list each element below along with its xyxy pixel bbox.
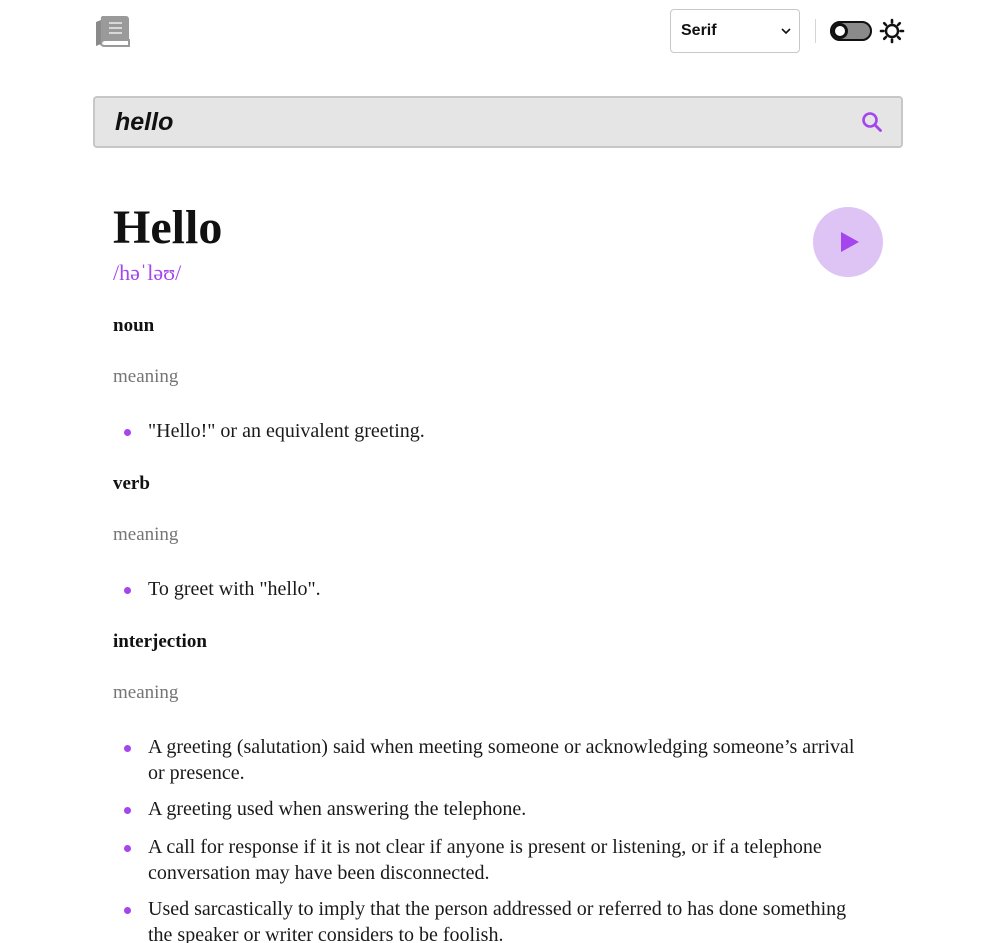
definition-item: A greeting used when answering the telep… bbox=[113, 796, 873, 822]
theme-toggle[interactable] bbox=[830, 21, 872, 41]
book-icon bbox=[96, 16, 130, 48]
meaning-label: meaning bbox=[113, 682, 179, 703]
definition-item: To greet with "hello". bbox=[113, 576, 873, 602]
play-icon bbox=[841, 232, 859, 252]
dictionary-app: Serif Hello /həˈləʊ/ bbox=[0, 0, 991, 943]
chevron-down-icon bbox=[781, 28, 791, 35]
part-of-speech-noun: noun bbox=[113, 315, 155, 336]
search-input[interactable] bbox=[115, 107, 861, 137]
definition-list-noun: "Hello!" or an equivalent greeting. bbox=[113, 418, 873, 444]
search-icon[interactable] bbox=[861, 111, 883, 133]
font-family-select[interactable]: Serif bbox=[670, 9, 800, 53]
sun-icon[interactable] bbox=[879, 18, 905, 44]
definition-item: "Hello!" or an equivalent greeting. bbox=[113, 418, 873, 444]
part-of-speech-verb: verb bbox=[113, 473, 150, 494]
font-select-value: Serif bbox=[681, 22, 717, 39]
part-of-speech-interjection: interjection bbox=[113, 631, 207, 652]
play-pronunciation-button[interactable] bbox=[813, 207, 883, 277]
word-title: Hello bbox=[113, 201, 223, 254]
toggle-knob bbox=[832, 23, 848, 39]
meaning-label: meaning bbox=[113, 366, 179, 387]
definition-list-verb: To greet with "hello". bbox=[113, 576, 873, 602]
definition-item: Used sarcastically to imply that the per… bbox=[113, 896, 873, 943]
definition-item: A greeting (salutation) said when meetin… bbox=[113, 734, 873, 786]
meaning-label: meaning bbox=[113, 524, 179, 545]
word-phonetic: /həˈləʊ/ bbox=[113, 260, 182, 285]
definition-item: A call for response if it is not clear i… bbox=[113, 834, 873, 886]
search-bar bbox=[93, 96, 903, 148]
header-divider bbox=[815, 19, 816, 43]
